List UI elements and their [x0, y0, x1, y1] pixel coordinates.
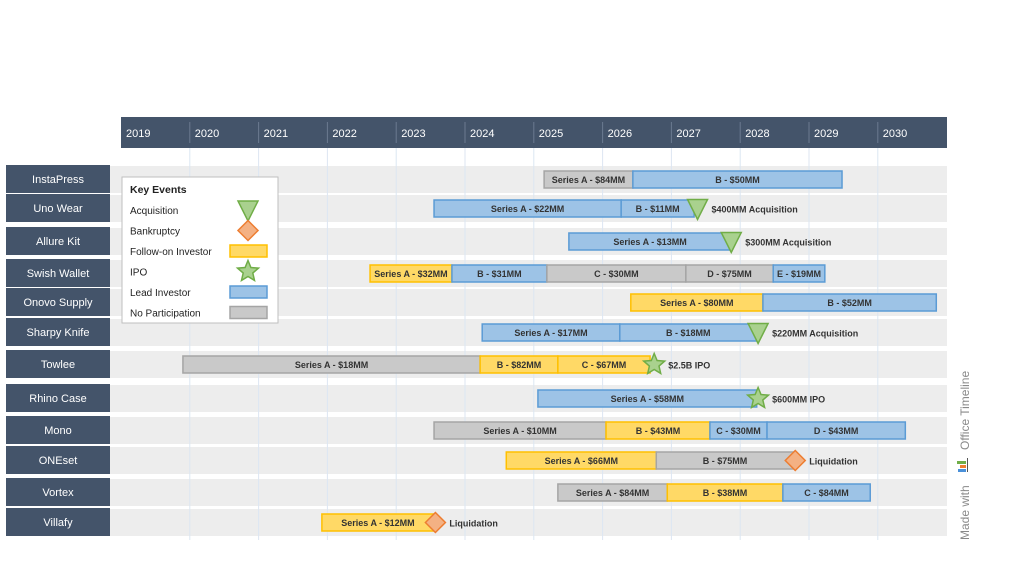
year-tick-label: 2020: [195, 128, 219, 140]
legend-item-label: Acquisition: [130, 206, 178, 217]
legend-item-label: Follow-on Investor: [130, 247, 212, 258]
legend-swatch-follow: [229, 244, 268, 258]
funding-round-label: Series A - $13MM: [613, 237, 686, 247]
company-name: Sharpy Knife: [27, 327, 90, 339]
funding-round-label: B - $52MM: [827, 298, 872, 308]
watermark-prefix: Made with: [958, 485, 972, 540]
funding-round-label: D - $43MM: [814, 426, 859, 436]
year-tick-label: 2027: [676, 128, 700, 140]
funding-round-label: Series A - $66MM: [545, 456, 618, 466]
event-label: Liquidation: [809, 457, 858, 467]
event-label: Liquidation: [449, 519, 498, 529]
event-label: $300MM Acquisition: [745, 238, 831, 248]
company-name: Swish Wallet: [27, 268, 90, 280]
event-label: $2.5B IPO: [668, 361, 710, 371]
funding-round-label: Series A - $84MM: [552, 175, 625, 185]
year-tick-label: 2024: [470, 128, 494, 140]
company-name: InstaPress: [32, 174, 84, 186]
funding-round-label: C - $67MM: [582, 360, 627, 370]
funding-round-label: B - $43MM: [636, 426, 681, 436]
funding-round-label: Series A - $32MM: [374, 269, 447, 279]
year-tick-label: 2028: [745, 128, 769, 140]
funding-round-label: Series A - $58MM: [611, 394, 684, 404]
funding-round-label: B - $50MM: [715, 175, 760, 185]
funding-round-label: B - $38MM: [703, 488, 748, 498]
company-name: Towlee: [41, 359, 75, 371]
funding-round-label: Series A - $80MM: [660, 298, 733, 308]
row-background: [109, 509, 947, 536]
funding-round-label: D - $75MM: [707, 269, 752, 279]
funding-round-label: Series A - $17MM: [514, 328, 587, 338]
legend: Key Events Acquisition Bankruptcy Follow-on…: [121, 176, 279, 324]
funding-round-label: Series A - $12MM: [341, 518, 414, 528]
company-name: Onovo Supply: [23, 297, 93, 309]
event-label: $220MM Acquisition: [772, 329, 858, 339]
funding-round-label: Series A - $18MM: [295, 360, 368, 370]
funding-round-label: Series A - $84MM: [576, 488, 649, 498]
funding-round-label: B - $31MM: [477, 269, 522, 279]
funding-round-label: C - $84MM: [804, 488, 849, 498]
office-timeline-logo-icon: [957, 458, 968, 472]
funding-round-label: C - $30MM: [594, 269, 639, 279]
company-name: Villafy: [43, 517, 73, 529]
year-header: 2019 2020 2021 2022 2023 2024 2025 2026 2027 2028…: [121, 117, 947, 148]
company-name: Allure Kit: [36, 236, 80, 248]
year-tick-label: 2021: [264, 128, 288, 140]
legend-title: Key Events: [130, 184, 187, 196]
funding-round-label: Series A - $22MM: [491, 204, 564, 214]
year-tick-label: 2030: [883, 128, 907, 140]
legend-swatch-none: [229, 305, 268, 320]
company-name: Mono: [44, 425, 72, 437]
year-tick-label: 2026: [608, 128, 632, 140]
timeline-chart: 2019 2020 2021 2022 2023 2024 2025 2026 2027 2028…: [6, 117, 947, 540]
legend-item-label: Lead Investor: [130, 288, 191, 299]
year-tick-label: 2022: [332, 128, 356, 140]
funding-round-label: B - $11MM: [636, 204, 680, 214]
legend-item-label: No Participation: [130, 309, 201, 320]
year-tick-label: 2025: [539, 128, 563, 140]
funding-round-label: B - $75MM: [703, 456, 748, 466]
legend-item-label: Bankruptcy: [130, 227, 180, 238]
funding-round-label: Series A - $10MM: [483, 426, 556, 436]
event-label: $400MM Acquisition: [712, 205, 798, 215]
funding-round-label: C - $30MM: [716, 426, 761, 436]
legend-swatch-lead: [229, 285, 268, 299]
funding-round-label: B - $18MM: [666, 328, 711, 338]
company-name: Rhino Case: [29, 393, 86, 405]
year-tick-label: 2019: [126, 128, 150, 140]
year-tick-label: 2029: [814, 128, 838, 140]
year-tick-label: 2023: [401, 128, 425, 140]
company-name: Vortex: [42, 487, 74, 499]
event-label: $600MM IPO: [772, 395, 825, 405]
watermark-brand: Office Timeline: [958, 371, 972, 450]
company-name: Uno Wear: [33, 203, 83, 215]
company-name: ONEset: [39, 455, 78, 467]
watermark: Made with Office Timeline: [957, 371, 972, 540]
funding-round-label: E - $19MM: [777, 269, 821, 279]
funding-round-label: B - $82MM: [497, 360, 542, 370]
legend-item-label: IPO: [130, 268, 147, 279]
